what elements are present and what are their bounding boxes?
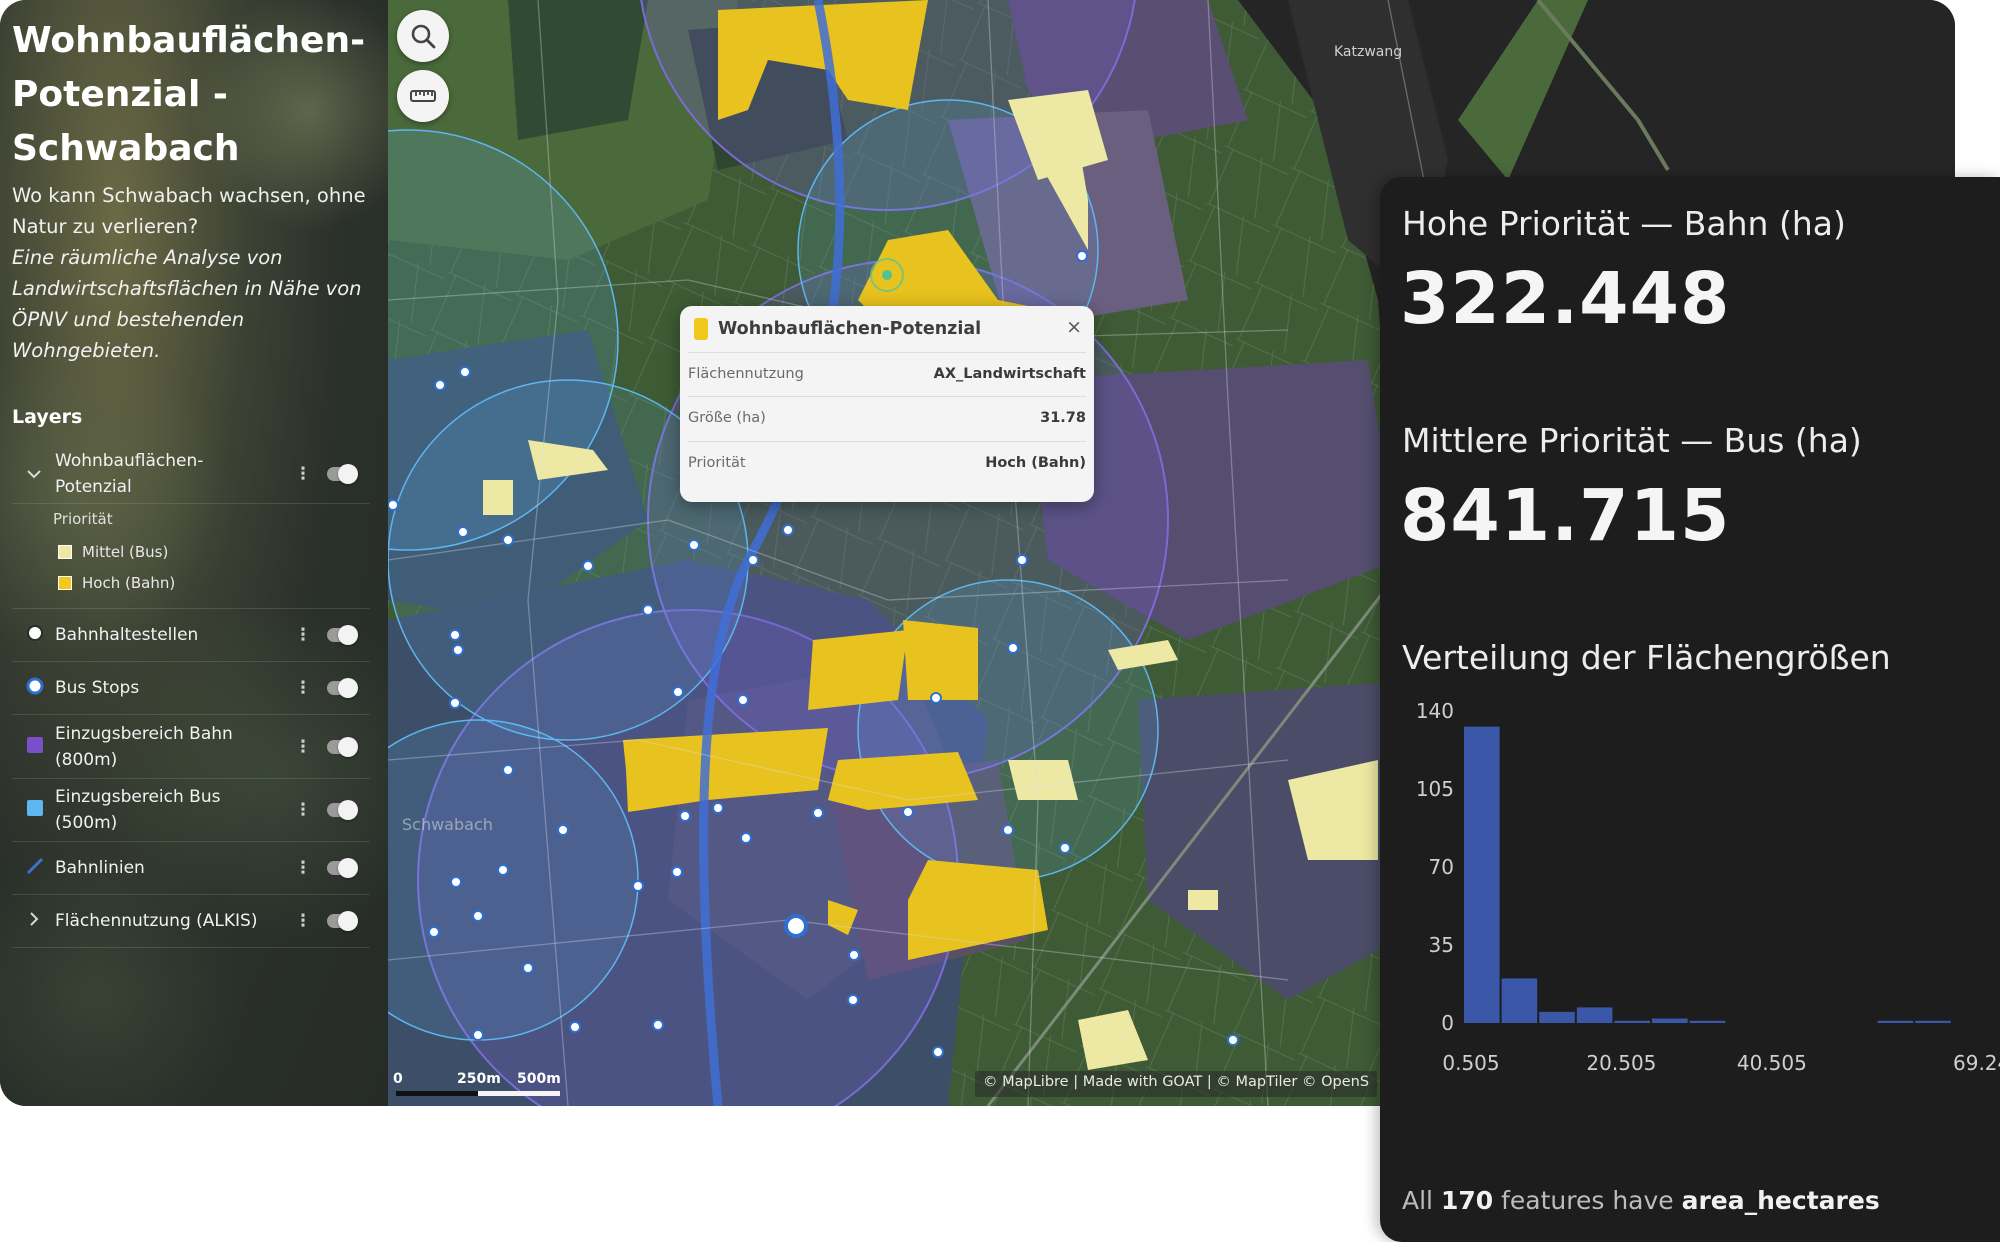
measure-button[interactable] bbox=[397, 70, 449, 122]
square-lightblue-icon bbox=[26, 799, 44, 821]
legend-heading: Priorität bbox=[53, 510, 113, 528]
layer-label: Wohnbauflächen-Potenzial bbox=[55, 450, 204, 497]
layer-menu-icon[interactable]: ⋮ bbox=[292, 677, 314, 699]
layer-visibility-toggle[interactable] bbox=[327, 678, 358, 698]
layer-row-flaechennutzung[interactable]: Flächennutzung (ALKIS) ⋮ bbox=[12, 895, 370, 948]
histogram-bar[interactable] bbox=[1464, 726, 1500, 1023]
line-icon bbox=[26, 857, 44, 879]
histogram-bar[interactable] bbox=[1689, 1020, 1726, 1023]
stat-value-high: 322.448 bbox=[1400, 257, 1731, 340]
map-attribution[interactable]: © MapLibre | Made with GOAT | © MapTiler… bbox=[975, 1071, 1378, 1097]
layer-menu-icon[interactable]: ⋮ bbox=[292, 910, 314, 932]
y-tick-label: 0 bbox=[1441, 1011, 1454, 1035]
layer-label: Bahnlinien bbox=[55, 858, 145, 878]
stat-value-mid: 841.715 bbox=[1400, 474, 1731, 557]
popup-header: Wohnbauflächen-Potenzial bbox=[694, 318, 981, 340]
layer-label: Einzugsbereich Bahn (800m) bbox=[55, 723, 233, 770]
histogram-bar[interactable] bbox=[1877, 1020, 1914, 1023]
layer-row-bus-stops[interactable]: Bus Stops ⋮ bbox=[12, 662, 370, 715]
popup-row: Flächennutzung AX_Landwirtschaft bbox=[688, 352, 1086, 397]
histogram-bar[interactable] bbox=[1614, 1020, 1651, 1023]
x-tick-label: 20.505 bbox=[1586, 1051, 1656, 1075]
layer-label: Bahnhaltestellen bbox=[55, 625, 199, 645]
layer-visibility-toggle[interactable] bbox=[327, 463, 358, 484]
popup-value: Hoch (Bahn) bbox=[985, 455, 1086, 471]
scale-label-250: 250m bbox=[457, 1071, 501, 1087]
layer-row-wohnbauflaechen[interactable]: Wohnbauflächen-Potenzial ⋮ bbox=[12, 444, 370, 504]
y-tick-label: 35 bbox=[1429, 933, 1454, 957]
layer-visibility-toggle[interactable] bbox=[327, 625, 358, 645]
scale-bar-light bbox=[478, 1091, 560, 1096]
x-tick-label: 69.243 bbox=[1953, 1051, 2000, 1075]
stats-panel: Hohe Priorität — Bahn (ha) 322.448 Mittl… bbox=[1380, 177, 2000, 1242]
layer-visibility-toggle[interactable] bbox=[327, 800, 358, 820]
ruler-icon bbox=[410, 90, 436, 102]
scale-label-0: 0 bbox=[393, 1071, 403, 1087]
legend-item-mittel: Mittel (Bus) bbox=[58, 543, 168, 561]
layer-swatch-icon bbox=[694, 318, 708, 340]
popup-row: Größe (ha) 31.78 bbox=[688, 397, 1086, 442]
layer-visibility-toggle[interactable] bbox=[327, 736, 358, 757]
stat-label-mid: Mittlere Priorität — Bus (ha) bbox=[1402, 421, 1862, 460]
popup-key: Größe (ha) bbox=[688, 410, 766, 426]
layer-menu-icon[interactable]: ⋮ bbox=[292, 857, 314, 879]
point-white-icon bbox=[26, 624, 44, 646]
popup-row: Priorität Hoch (Bahn) bbox=[688, 442, 1086, 487]
scale-bar-dark bbox=[396, 1091, 478, 1096]
layer-row-bahnhaltestellen[interactable]: Bahnhaltestellen ⋮ bbox=[12, 608, 370, 662]
layer-row-bahnlinien[interactable]: Bahnlinien ⋮ bbox=[12, 842, 370, 895]
layer-row-einzugsbereich-bus[interactable]: Einzugsbereich Bus (500m) ⋮ bbox=[12, 779, 370, 842]
histogram-chart: 0 35 70 105 140 0.505 20.505 40.505 69.243 bbox=[1416, 699, 2000, 1075]
layer-row-einzugsbereich-bahn[interactable]: Einzugsbereich Bahn (800m) ⋮ bbox=[12, 715, 370, 779]
y-tick-label: 105 bbox=[1416, 777, 1454, 801]
layer-menu-icon[interactable]: ⋮ bbox=[292, 624, 314, 646]
layer-visibility-toggle[interactable] bbox=[327, 911, 358, 931]
histogram-bar[interactable] bbox=[1576, 1007, 1613, 1023]
legend-swatch-yellow bbox=[58, 576, 72, 590]
y-tick-label: 70 bbox=[1429, 855, 1454, 879]
layer-label: Flächennutzung (ALKIS) bbox=[55, 911, 258, 931]
layer-visibility-toggle[interactable] bbox=[327, 858, 358, 878]
popup-key: Priorität bbox=[688, 455, 746, 471]
place-label-schwabach: Schwabach bbox=[402, 815, 493, 834]
stat-label-high: Hohe Priorität — Bahn (ha) bbox=[1402, 204, 1846, 243]
layer-menu-icon[interactable]: ⋮ bbox=[292, 799, 314, 821]
place-label-katzwang: Katzwang bbox=[1334, 44, 1403, 60]
close-icon[interactable]: × bbox=[1066, 316, 1082, 338]
page-subtitle: Wo kann Schwabach wachsen, ohne Natur zu… bbox=[12, 184, 366, 238]
stats-footer: All 170 features have area_hectares bbox=[1402, 1186, 1880, 1215]
histogram-bar[interactable] bbox=[1501, 978, 1538, 1023]
legend-item-hoch: Hoch (Bahn) bbox=[58, 574, 175, 592]
popup-value: AX_Landwirtschaft bbox=[933, 366, 1086, 382]
search-icon bbox=[411, 24, 436, 49]
y-tick-label: 140 bbox=[1416, 699, 1454, 723]
chart-title: Verteilung der Flächengrößen bbox=[1402, 638, 1891, 677]
point-blue-icon bbox=[26, 677, 44, 699]
layer-label: Bus Stops bbox=[55, 678, 140, 698]
page-intro: Eine räumliche Analyse von Landwirtschaf… bbox=[12, 246, 362, 362]
square-purple-icon bbox=[26, 736, 44, 758]
popup-title: Wohnbauflächen-Potenzial bbox=[718, 319, 982, 339]
x-tick-label: 40.505 bbox=[1737, 1051, 1807, 1075]
histogram-bar[interactable] bbox=[1539, 1011, 1575, 1023]
search-button[interactable] bbox=[397, 10, 449, 62]
popup-value: 31.78 bbox=[1040, 410, 1086, 426]
sidebar-panel: Wohnbauflächen- Potenzial - Schwabach Wo… bbox=[0, 0, 388, 1106]
histogram-bar[interactable] bbox=[1652, 1018, 1688, 1023]
layer-menu-icon[interactable]: ⋮ bbox=[292, 463, 314, 485]
layer-menu-icon[interactable]: ⋮ bbox=[292, 736, 314, 758]
histogram-bar[interactable] bbox=[1915, 1020, 1951, 1023]
legend-swatch-pale-yellow bbox=[58, 545, 72, 559]
x-tick-label: 0.505 bbox=[1442, 1051, 1499, 1075]
page-title: Wohnbauflächen- Potenzial - Schwabach bbox=[12, 20, 366, 169]
popup-key: Flächennutzung bbox=[688, 366, 804, 382]
chevron-right-icon[interactable] bbox=[29, 911, 39, 931]
scale-label-500: 500m bbox=[517, 1071, 561, 1087]
layer-label: Einzugsbereich Bus (500m) bbox=[55, 787, 221, 833]
chevron-down-icon[interactable] bbox=[26, 465, 42, 483]
layers-heading: Layers bbox=[12, 406, 83, 428]
feature-popup: Wohnbauflächen-Potenzial × Flächennutzun… bbox=[680, 306, 1094, 502]
